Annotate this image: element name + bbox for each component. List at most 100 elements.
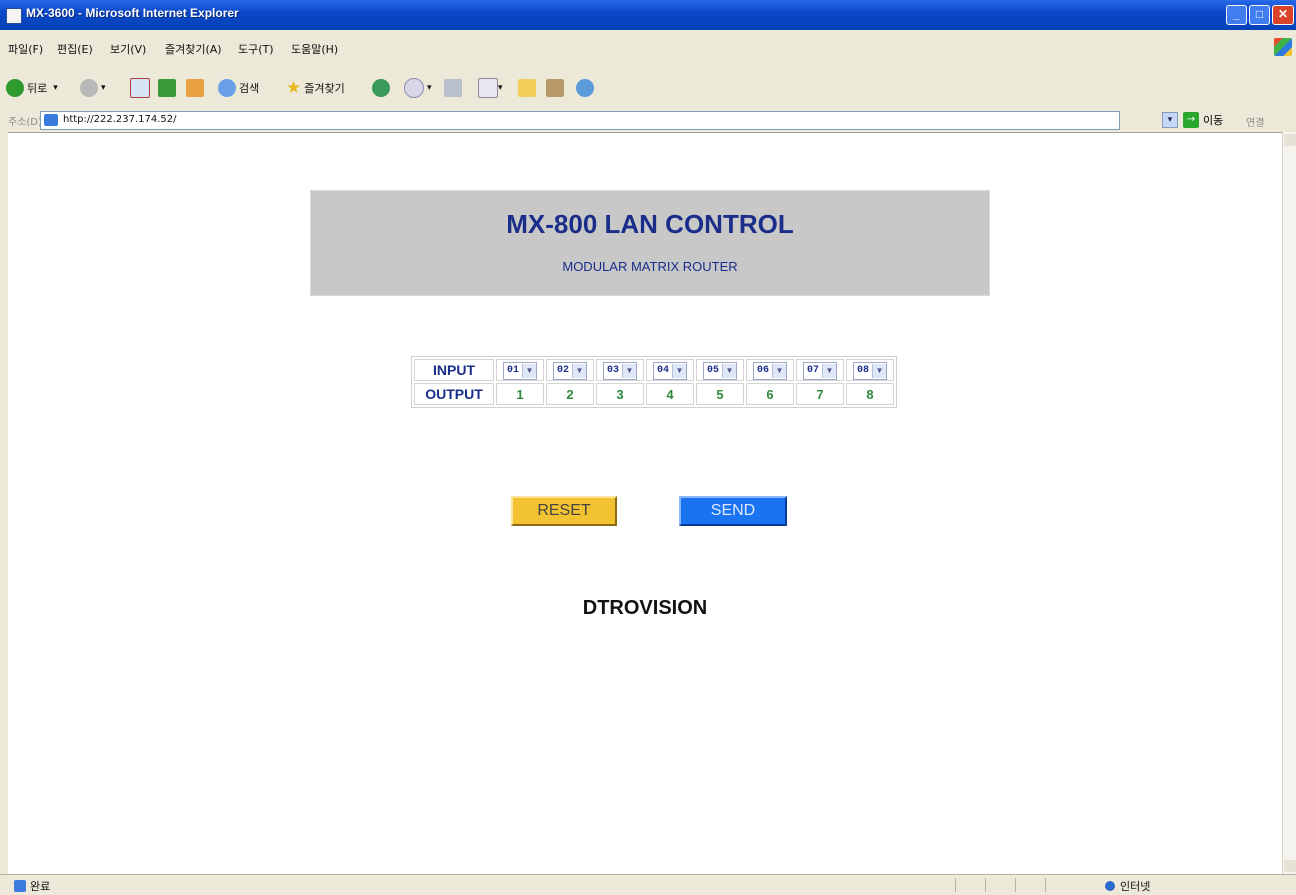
input-select-7[interactable]: 07 ▼ [802, 361, 837, 380]
maximize-button[interactable]: □ [1249, 5, 1270, 25]
close-button[interactable]: ✕ [1272, 5, 1294, 25]
search-icon [218, 79, 236, 97]
output-cell-6: 6 [746, 383, 794, 405]
history-button[interactable] [372, 78, 393, 98]
output-cell-5: 5 [696, 383, 744, 405]
folder-button[interactable] [518, 78, 536, 98]
back-dropdown-icon[interactable]: ▾ [53, 83, 58, 93]
window-title: MX-3600 - Microsoft Internet Explorer [26, 6, 239, 20]
scroll-up-icon[interactable] [1284, 134, 1296, 146]
menu-edit[interactable]: 편집(E) [57, 41, 93, 57]
menu-favorites[interactable]: 즐겨찾기(A) [165, 41, 222, 57]
window-frame-left [0, 132, 8, 874]
folder-icon [518, 79, 536, 97]
links-label[interactable]: 연결 [1246, 114, 1264, 129]
reset-button[interactable]: RESET [511, 496, 617, 526]
home-button[interactable] [186, 78, 204, 98]
address-dropdown-button[interactable]: ▾ [1162, 112, 1178, 128]
edit-button[interactable]: ▾ [478, 78, 503, 98]
input-select-3[interactable]: 03 ▼ [602, 361, 637, 380]
output-cell-8: 8 [846, 383, 894, 405]
chevron-down-icon: ▼ [872, 363, 886, 378]
menu-file[interactable]: 파일(F) [8, 41, 43, 57]
brand-name: DTROVISION [582, 597, 708, 619]
send-button[interactable]: SEND [679, 496, 787, 526]
status-divider [1015, 878, 1016, 892]
mail-button[interactable]: ▾ [404, 78, 432, 98]
output-cell-3: 3 [596, 383, 644, 405]
address-input[interactable]: http://222.237.174.52/ [40, 111, 1120, 130]
internet-zone-icon [1105, 881, 1115, 891]
forward-button[interactable]: ▾ [80, 78, 106, 98]
page-icon [44, 114, 58, 126]
go-arrow-icon: → [1183, 112, 1199, 128]
output-row: OUTPUT 1 2 3 4 5 6 7 8 [414, 383, 894, 405]
windows-logo-icon [1274, 38, 1292, 56]
menu-help[interactable]: 도움말(H) [291, 41, 338, 57]
input-select-1[interactable]: 01 ▼ [502, 361, 537, 380]
edit-page-icon [478, 78, 498, 98]
search-button[interactable]: 검색 [218, 78, 259, 98]
messenger-icon [576, 79, 594, 97]
input-select-4[interactable]: 04 ▼ [652, 361, 687, 380]
input-select-8[interactable]: 08 ▼ [852, 361, 887, 380]
status-text: 완료 [30, 880, 51, 893]
go-label: 이동 [1203, 114, 1224, 127]
header-panel: MX-800 LAN CONTROL MODULAR MATRIX ROUTER [310, 190, 990, 296]
chevron-down-icon: ▼ [722, 363, 736, 378]
status-divider [1045, 878, 1046, 892]
input-label: INPUT [414, 359, 494, 381]
scroll-down-icon[interactable] [1284, 860, 1296, 872]
vertical-scrollbar[interactable] [1282, 132, 1296, 874]
stop-icon [130, 78, 150, 98]
minimize-button[interactable]: _ [1226, 5, 1247, 25]
menu-bar: 파일(F) 편집(E) 보기(V) 즐겨찾기(A) 도구(T) 도움말(H) [0, 30, 1296, 68]
chevron-down-icon: ▼ [572, 363, 586, 378]
page-title: MX-800 LAN CONTROL [506, 209, 794, 239]
print-icon [444, 79, 462, 97]
go-button[interactable]: → 이동 [1183, 111, 1241, 129]
research-icon [546, 79, 564, 97]
back-arrow-icon [6, 79, 24, 97]
page-subtitle: MODULAR MATRIX ROUTER [562, 259, 738, 274]
chevron-down-icon: ▼ [772, 363, 786, 378]
output-cell-2: 2 [546, 383, 594, 405]
messenger-button[interactable] [576, 78, 597, 98]
address-url: http://222.237.174.52/ [63, 114, 177, 125]
browser-toolbar: 뒤로 ▾ ▾ 검색 ★ 즐겨찾기 ▾ ▾ [0, 68, 1296, 109]
favorites-star-icon: ★ [286, 78, 302, 98]
ie-app-icon [6, 8, 22, 24]
menu-tools[interactable]: 도구(T) [238, 41, 274, 57]
edit-dropdown-icon[interactable]: ▾ [498, 83, 503, 93]
security-zone-label: 인터넷 [1120, 880, 1151, 893]
research-button[interactable] [546, 78, 564, 98]
refresh-button[interactable] [158, 78, 176, 98]
chevron-down-icon: ▼ [522, 363, 536, 378]
favorites-button[interactable]: ★ 즐겨찾기 [286, 78, 345, 98]
address-label: 주소(D) [8, 117, 42, 128]
print-button[interactable] [444, 78, 462, 98]
stop-button[interactable] [130, 78, 150, 98]
chevron-down-icon: ▼ [822, 363, 836, 378]
forward-dropdown-icon[interactable]: ▾ [101, 83, 106, 93]
forward-arrow-icon [80, 79, 98, 97]
routing-matrix-table: INPUT 01 ▼ 02 ▼ 03 ▼ 04 ▼ 05 ▼ 06 ▼ 07 ▼ 08 ▼ OU… [411, 356, 897, 408]
input-select-5[interactable]: 05 ▼ [702, 361, 737, 380]
page-status-icon [14, 880, 26, 892]
input-row: INPUT 01 ▼ 02 ▼ 03 ▼ 04 ▼ 05 ▼ 06 ▼ 07 ▼ 08 ▼ [414, 359, 894, 381]
status-divider [985, 878, 986, 892]
chevron-down-icon: ▼ [672, 363, 686, 378]
history-icon [372, 79, 390, 97]
home-icon [186, 79, 204, 97]
output-cell-7: 7 [796, 383, 844, 405]
refresh-icon [158, 79, 176, 97]
output-cell-1: 1 [496, 383, 544, 405]
mail-dropdown-icon[interactable]: ▾ [427, 83, 432, 93]
chevron-down-icon: ▼ [622, 363, 636, 378]
address-bar: 주소(D) http://222.237.174.52/ ▾ → 이동 연결 [0, 108, 1296, 132]
input-select-6[interactable]: 06 ▼ [752, 361, 787, 380]
back-button[interactable]: 뒤로 ▾ [6, 78, 58, 98]
menu-view[interactable]: 보기(V) [110, 41, 146, 57]
search-label: 검색 [239, 82, 260, 95]
input-select-2[interactable]: 02 ▼ [552, 361, 587, 380]
